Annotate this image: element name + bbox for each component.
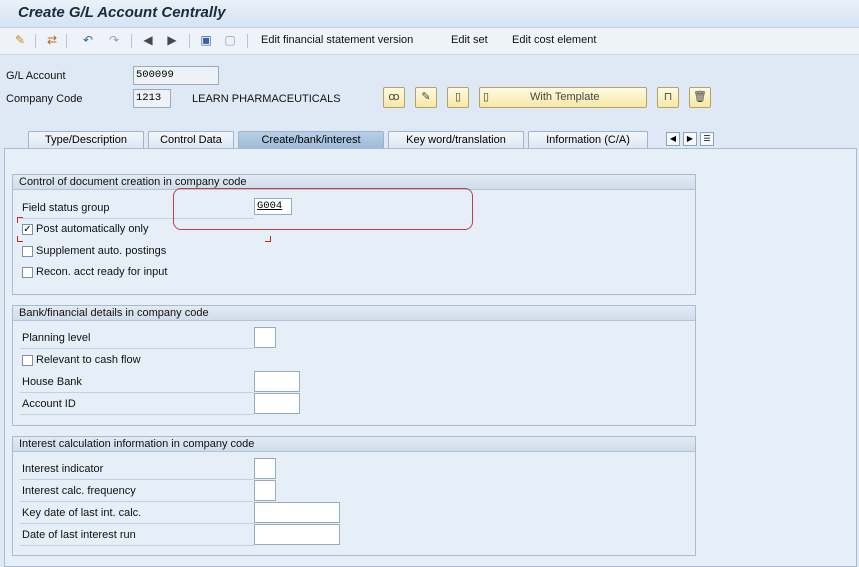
row-divider: [20, 392, 254, 393]
house-bank-label: House Bank: [22, 376, 82, 388]
post-automatically-label: Post automatically only: [36, 223, 149, 235]
key-date-label: Key date of last int. calc.: [22, 507, 142, 519]
annotation-highlight-box: [173, 188, 473, 230]
relevant-cash-flow-label: Relevant to cash flow: [36, 354, 141, 366]
supplement-auto-checkbox[interactable]: [22, 246, 33, 257]
company-code-label: Company Code: [6, 93, 83, 105]
gl-account-field[interactable]: 500099: [133, 66, 219, 85]
account-id-input[interactable]: [254, 393, 300, 414]
house-bank-input[interactable]: [254, 371, 300, 392]
tab-key-word-translation[interactable]: Key word/translation: [388, 131, 524, 148]
tab-type-description[interactable]: Type/Description: [28, 131, 144, 148]
supplement-auto-label: Supplement auto. postings: [36, 245, 167, 257]
tab-control-data[interactable]: Control Data: [148, 131, 234, 148]
row-divider: [20, 545, 254, 546]
new-document-icon: ▯: [483, 91, 490, 103]
focus-corner: [17, 217, 23, 223]
row-divider: [20, 414, 254, 415]
change-button[interactable]: ✎: [415, 87, 437, 108]
interest-frequency-label: Interest calc. frequency: [22, 485, 136, 497]
other-object-icon[interactable]: ⇄: [44, 33, 60, 48]
toolbar-separator: [35, 34, 36, 48]
undo-icon[interactable]: ↶: [80, 33, 96, 48]
focus-corner: [265, 236, 271, 242]
edit-set-button[interactable]: Edit set: [451, 34, 488, 46]
tab-strip: Type/Description Control Data Create/ban…: [0, 128, 859, 148]
group-title: Interest calculation information in comp…: [13, 437, 695, 452]
next-icon[interactable]: ▶: [164, 33, 180, 48]
application-toolbar: ✎ ⇄ ↶ ↷ ◀ ▶ ▣ ▢ Edit financial statement…: [0, 28, 859, 55]
previous-icon[interactable]: ◀: [140, 33, 156, 48]
toolbar-separator: [247, 34, 248, 48]
tab-information-ca[interactable]: Information (C/A): [528, 131, 648, 148]
display-change-icon[interactable]: ✎: [12, 33, 28, 48]
tab-scroll-right-icon[interactable]: ▶: [683, 132, 697, 146]
field-status-group-label: Field status group: [22, 202, 110, 214]
recon-account-checkbox[interactable]: [22, 267, 33, 278]
tab-create-bank-interest[interactable]: Create/bank/interest: [238, 131, 384, 148]
toolbar-separator: [189, 34, 190, 48]
trash-icon: 🗑: [693, 91, 707, 103]
window-title: Create G/L Account Centrally: [18, 4, 226, 21]
row-divider: [20, 523, 254, 524]
pencil-icon: ✎: [421, 91, 431, 103]
edit-fs-version-button[interactable]: Edit financial statement version: [261, 34, 413, 46]
recon-account-label: Recon. acct ready for input: [36, 266, 168, 278]
account-id-label: Account ID: [22, 398, 76, 410]
interest-indicator-label: Interest indicator: [22, 463, 104, 475]
planning-level-label: Planning level: [22, 332, 91, 344]
tab-scroll-left-icon[interactable]: ◀: [666, 132, 680, 146]
lock-button[interactable]: ⊓: [657, 87, 679, 108]
save-icon[interactable]: ▣: [198, 33, 214, 48]
print-icon[interactable]: ▢: [222, 33, 238, 48]
redo-icon[interactable]: ↷: [106, 33, 122, 48]
row-divider: [20, 348, 254, 349]
title-bar: Create G/L Account Centrally: [0, 0, 859, 28]
key-date-input[interactable]: [254, 502, 340, 523]
interest-frequency-input[interactable]: [254, 480, 276, 501]
date-last-run-input[interactable]: [254, 524, 340, 545]
edit-cost-element-button[interactable]: Edit cost element: [512, 34, 596, 46]
company-code-field[interactable]: 1213: [133, 89, 171, 108]
toolbar-separator: [66, 34, 67, 48]
with-template-button[interactable]: ▯ With Template: [479, 87, 647, 108]
group-title: Bank/financial details in company code: [13, 306, 695, 321]
tab-list-icon[interactable]: ☰: [700, 132, 714, 146]
toolbar-separator: [131, 34, 132, 48]
glasses-display-button[interactable]: ꝏ: [383, 87, 405, 108]
new-document-icon: ▯: [454, 91, 462, 103]
create-button[interactable]: ▯: [447, 87, 469, 108]
planning-level-input[interactable]: [254, 327, 276, 348]
with-template-label: With Template: [530, 91, 600, 103]
delete-button[interactable]: 🗑: [689, 87, 711, 108]
row-divider: [20, 479, 254, 480]
date-last-run-label: Date of last interest run: [22, 529, 136, 541]
glasses-icon: ꝏ: [388, 91, 400, 103]
focus-corner: [17, 236, 23, 242]
interest-indicator-input[interactable]: [254, 458, 276, 479]
company-name: LEARN PHARMACEUTICALS: [192, 93, 341, 105]
relevant-cash-flow-checkbox[interactable]: [22, 355, 33, 366]
row-divider: [20, 501, 254, 502]
lock-icon: ⊓: [663, 91, 673, 103]
gl-account-label: G/L Account: [6, 70, 66, 82]
post-automatically-checkbox[interactable]: ✓: [22, 224, 33, 235]
